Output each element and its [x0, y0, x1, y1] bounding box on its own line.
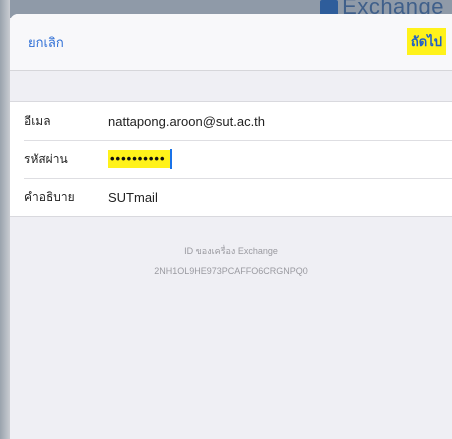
screen: Exchange ยกเลิก ถัดไป อีเมล nattapong.ar…: [0, 0, 452, 439]
exchange-account-sheet: ยกเลิก ถัดไป อีเมล nattapong.aroon@sut.a…: [10, 14, 452, 439]
text-cursor: [169, 149, 172, 169]
password-row[interactable]: รหัสผ่าน ••••••••••: [10, 140, 452, 178]
device-id-label: ID ของเครื่อง Exchange: [184, 246, 278, 256]
device-info: ID ของเครื่อง Exchange 2NH1OL9HE973PCAFF…: [10, 241, 452, 281]
description-label: คำอธิบาย: [24, 189, 75, 204]
description-row[interactable]: คำอธิบาย SUTmail: [10, 178, 452, 216]
background-app-edge: [0, 0, 10, 439]
account-form: อีเมล nattapong.aroon@sut.ac.th รหัสผ่าน…: [10, 101, 452, 217]
cancel-button[interactable]: ยกเลิก: [28, 32, 64, 53]
password-label: รหัสผ่าน: [24, 151, 68, 166]
section-gap: [10, 71, 452, 101]
password-field[interactable]: ••••••••••: [108, 149, 172, 169]
device-id-value: 2NH1OL9HE973PCAFFO6CRGNPQ0: [154, 266, 308, 276]
navbar: ยกเลิก ถัดไป: [10, 14, 452, 71]
email-row[interactable]: อีเมล nattapong.aroon@sut.ac.th: [10, 102, 452, 140]
email-field[interactable]: nattapong.aroon@sut.ac.th: [108, 114, 265, 129]
email-label: อีเมล: [24, 113, 51, 128]
next-button[interactable]: ถัดไป: [406, 28, 446, 55]
description-field[interactable]: SUTmail: [108, 190, 158, 205]
password-value: ••••••••••: [108, 150, 170, 168]
